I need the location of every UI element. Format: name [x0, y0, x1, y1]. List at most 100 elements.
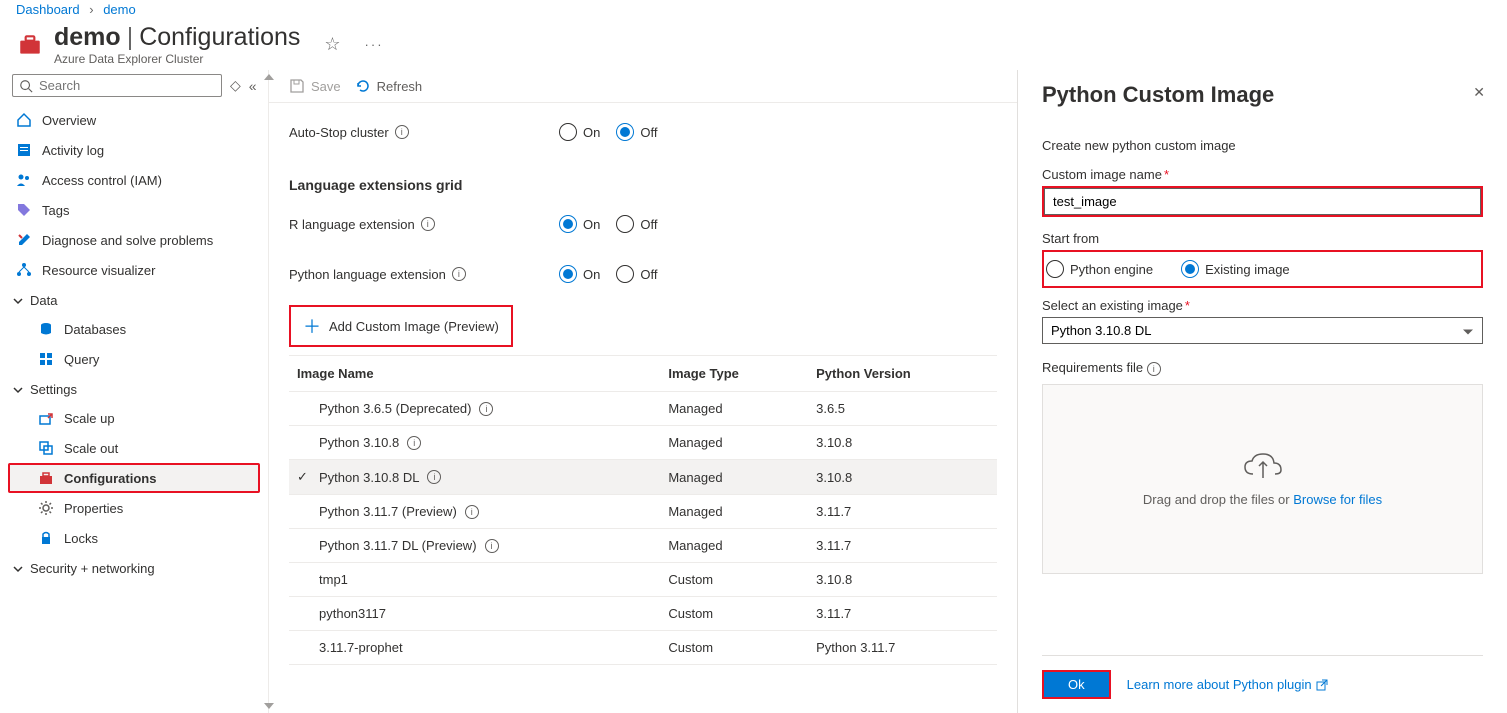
python-version: 3.11.7: [808, 597, 997, 631]
nav-query[interactable]: Query: [8, 344, 260, 374]
breadcrumb-current[interactable]: demo: [103, 2, 136, 17]
col-image-type[interactable]: Image Type: [660, 356, 808, 392]
nav-overview[interactable]: Overview: [8, 105, 260, 135]
py-ext-label: Python language extension i: [289, 267, 559, 282]
nav-tree: Overview Activity log Access control (IA…: [8, 105, 260, 713]
people-icon: [16, 172, 32, 188]
refresh-button[interactable]: Refresh: [355, 78, 423, 94]
image-name: 3.11.7-prophet: [319, 640, 403, 655]
table-row[interactable]: tmp1Custom3.10.8: [289, 563, 997, 597]
table-row[interactable]: 3.11.7-prophet CustomPython 3.11.7: [289, 631, 997, 665]
image-name-label: Custom image name*: [1042, 167, 1483, 182]
nav-activity[interactable]: Activity log: [8, 135, 260, 165]
info-icon[interactable]: i: [485, 539, 499, 553]
nav-databases[interactable]: Databases: [8, 314, 260, 344]
r-ext-radio[interactable]: On Off: [559, 215, 657, 233]
python-version: 3.11.7: [808, 529, 997, 563]
file-dropzone[interactable]: Drag and drop the files or Browse for fi…: [1042, 384, 1483, 574]
image-type: Custom: [660, 631, 808, 665]
nav-locks[interactable]: Locks: [8, 523, 260, 553]
r-on[interactable]: On: [559, 215, 600, 233]
table-row[interactable]: Python 3.11.7 (Preview)iManaged3.11.7: [289, 495, 997, 529]
external-link-icon: [1316, 679, 1328, 691]
side-panel: ✕ Python Custom Image Create new python …: [1017, 70, 1507, 713]
plus-icon: ＋: [303, 313, 321, 339]
table-row[interactable]: ✓Python 3.10.8 DLiManaged3.10.8: [289, 460, 997, 495]
gear-icon: [38, 500, 54, 516]
autostop-on[interactable]: On: [559, 123, 600, 141]
python-version: 3.6.5: [808, 392, 997, 426]
image-name: Python 3.11.7 (Preview): [319, 504, 457, 519]
star-icon[interactable]: ☆: [324, 34, 340, 55]
nav-iam[interactable]: Access control (IAM): [8, 165, 260, 195]
collapse-icon[interactable]: «: [249, 78, 257, 94]
existing-image-select[interactable]: Python 3.10.8 DL: [1042, 317, 1483, 344]
col-python-version[interactable]: Python Version: [808, 356, 997, 392]
py-off[interactable]: Off: [616, 265, 657, 283]
ext-header: Language extensions grid: [289, 163, 997, 205]
autostop-radio[interactable]: On Off: [559, 123, 657, 141]
image-type: Managed: [660, 495, 808, 529]
nav-tags[interactable]: Tags: [8, 195, 260, 225]
image-type: Custom: [660, 597, 808, 631]
wrench-icon: [16, 232, 32, 248]
nav-group-settings[interactable]: Settings: [8, 374, 260, 403]
table-row[interactable]: Python 3.6.5 (Deprecated)iManaged3.6.5: [289, 392, 997, 426]
start-from-label: Start from: [1042, 231, 1483, 246]
r-off[interactable]: Off: [616, 215, 657, 233]
select-image-label: Select an existing image*: [1042, 298, 1483, 313]
image-name-input[interactable]: [1044, 188, 1481, 215]
tag-icon: [16, 202, 32, 218]
nav-group-security[interactable]: Security + networking: [8, 553, 260, 582]
python-version: 3.10.8: [808, 563, 997, 597]
learn-more-link[interactable]: Learn more about Python plugin: [1127, 677, 1328, 692]
python-version: Python 3.11.7: [808, 631, 997, 665]
info-icon[interactable]: i: [427, 470, 441, 484]
page-title: demo|Configurations: [54, 23, 300, 52]
py-ext-radio[interactable]: On Off: [559, 265, 657, 283]
scroll-indicator: [265, 80, 273, 703]
more-icon[interactable]: ···: [365, 37, 384, 52]
info-icon[interactable]: i: [395, 125, 409, 139]
image-type: Custom: [660, 563, 808, 597]
table-row[interactable]: python3117Custom3.11.7: [289, 597, 997, 631]
ok-button[interactable]: Ok: [1044, 672, 1109, 697]
search-input[interactable]: [12, 74, 222, 97]
nav-configurations[interactable]: Configurations: [8, 463, 260, 493]
images-table: Image Name Image Type Python Version Pyt…: [289, 355, 997, 665]
requirements-label: Requirements file i: [1042, 360, 1483, 376]
lock-icon: [38, 530, 54, 546]
briefcase-icon: [38, 470, 54, 486]
close-icon[interactable]: ✕: [1473, 84, 1485, 101]
table-row[interactable]: Python 3.11.7 DL (Preview)iManaged3.11.7: [289, 529, 997, 563]
nav-scaleout[interactable]: Scale out: [8, 433, 260, 463]
scale-up-icon: [38, 410, 54, 426]
info-icon[interactable]: i: [479, 402, 493, 416]
nav-properties[interactable]: Properties: [8, 493, 260, 523]
info-icon[interactable]: i: [1147, 362, 1161, 376]
image-name: Python 3.11.7 DL (Preview): [319, 538, 477, 553]
image-name: Python 3.10.8 DL: [319, 470, 419, 485]
info-icon[interactable]: i: [421, 217, 435, 231]
nav-diagnose[interactable]: Diagnose and solve problems: [8, 225, 260, 255]
info-icon[interactable]: i: [465, 505, 479, 519]
chevron-down-icon: [12, 563, 24, 575]
nav-scaleup[interactable]: Scale up: [8, 403, 260, 433]
scale-out-icon: [38, 440, 54, 456]
nav-visualizer[interactable]: Resource visualizer: [8, 255, 260, 285]
add-custom-image-button[interactable]: ＋ Add Custom Image (Preview): [289, 305, 513, 347]
col-image-name[interactable]: Image Name: [289, 356, 660, 392]
nav-group-data[interactable]: Data: [8, 285, 260, 314]
info-icon[interactable]: i: [452, 267, 466, 281]
opt-python-engine[interactable]: Python engine: [1046, 260, 1153, 278]
breadcrumb-root[interactable]: Dashboard: [16, 2, 80, 17]
opt-existing-image[interactable]: Existing image: [1181, 260, 1290, 278]
expand-icon[interactable]: ◇: [230, 77, 241, 94]
table-row[interactable]: Python 3.10.8iManaged3.10.8: [289, 426, 997, 460]
image-type: Managed: [660, 460, 808, 495]
browse-link[interactable]: Browse for files: [1293, 492, 1382, 507]
autostop-off[interactable]: Off: [616, 123, 657, 141]
py-on[interactable]: On: [559, 265, 600, 283]
start-from-radio[interactable]: Python engine Existing image: [1042, 250, 1483, 288]
info-icon[interactable]: i: [407, 436, 421, 450]
